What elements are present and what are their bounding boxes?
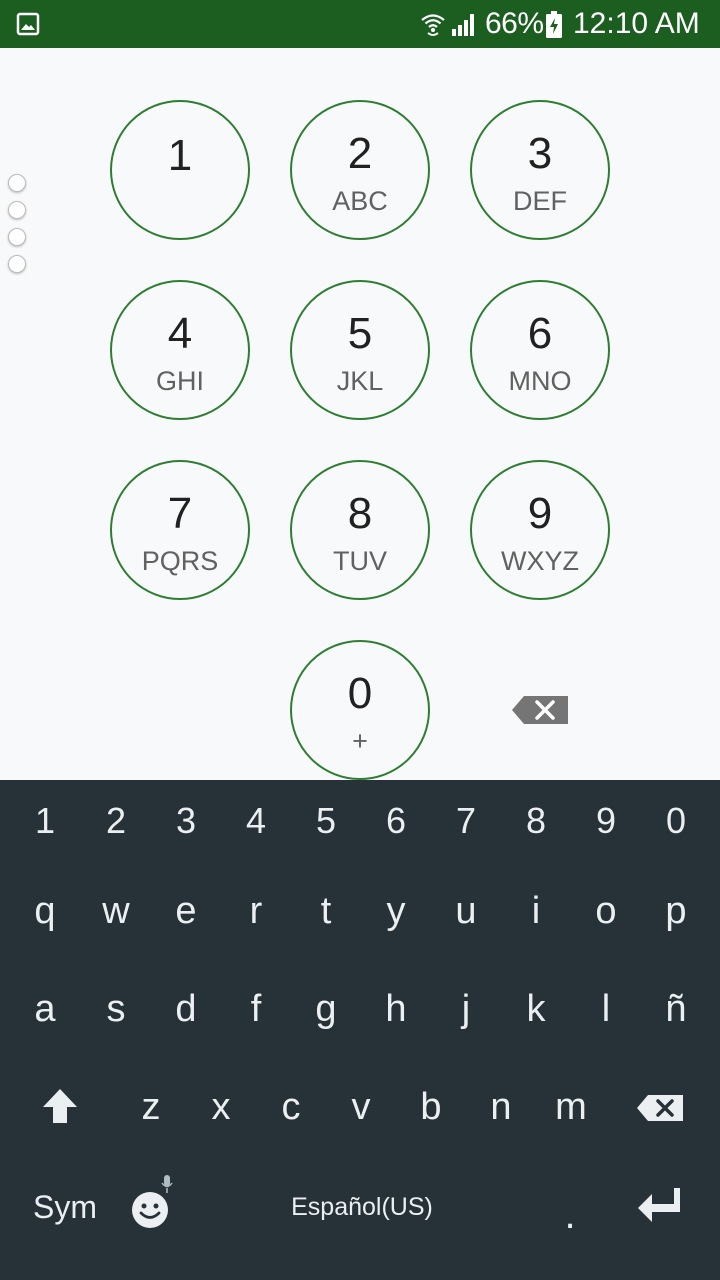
key-letter[interactable]: z bbox=[116, 1082, 186, 1132]
key-number[interactable]: 4 bbox=[221, 796, 291, 846]
key-letter[interactable]: a bbox=[10, 984, 80, 1034]
dial-key-6[interactable]: 6 MNO bbox=[470, 280, 610, 420]
key-letter[interactable]: s bbox=[81, 984, 151, 1034]
dial-key-1[interactable]: 1 bbox=[110, 100, 250, 240]
dial-letters: ABC bbox=[332, 186, 388, 216]
period-key[interactable]: . bbox=[550, 1190, 590, 1240]
key-letter[interactable]: l bbox=[571, 984, 641, 1034]
keyboard-backspace-icon[interactable] bbox=[636, 1094, 684, 1122]
dial-digit: 1 bbox=[167, 131, 193, 180]
key-letter[interactable]: m bbox=[536, 1082, 606, 1132]
key-letter[interactable]: d bbox=[151, 984, 221, 1034]
enter-icon[interactable] bbox=[636, 1186, 682, 1224]
backspace-icon[interactable] bbox=[510, 694, 570, 726]
key-number[interactable]: 5 bbox=[291, 796, 361, 846]
wifi-calling-icon bbox=[421, 14, 445, 36]
key-letter[interactable]: t bbox=[291, 886, 361, 936]
dial-letters: DEF bbox=[513, 186, 567, 216]
dial-digit: 4 bbox=[167, 309, 193, 358]
dial-letters: + bbox=[352, 726, 368, 756]
key-letter[interactable]: w bbox=[81, 886, 151, 936]
keyboard: 1 2 3 4 5 6 7 8 9 0 q w e r t y u i o p … bbox=[0, 780, 720, 1280]
key-number[interactable]: 7 bbox=[431, 796, 501, 846]
dial-digit: 6 bbox=[527, 309, 553, 358]
shift-icon[interactable] bbox=[40, 1086, 80, 1126]
key-letter[interactable]: ñ bbox=[641, 984, 711, 1034]
key-letter[interactable]: y bbox=[361, 886, 431, 936]
key-letter[interactable]: u bbox=[431, 886, 501, 936]
key-letter[interactable]: n bbox=[466, 1082, 536, 1132]
key-letter[interactable]: e bbox=[151, 886, 221, 936]
key-letter[interactable]: g bbox=[291, 984, 361, 1034]
mic-icon[interactable] bbox=[160, 1174, 174, 1194]
key-letter[interactable]: x bbox=[186, 1082, 256, 1132]
dial-key-3[interactable]: 3 DEF bbox=[470, 100, 610, 240]
key-letter[interactable]: o bbox=[571, 886, 641, 936]
key-letter[interactable]: b bbox=[396, 1082, 466, 1132]
key-number[interactable]: 0 bbox=[641, 796, 711, 846]
dial-key-4[interactable]: 4 GHI bbox=[110, 280, 250, 420]
clock: 12:10 AM bbox=[573, 7, 700, 40]
key-letter[interactable]: j bbox=[431, 984, 501, 1034]
battery-percent: 66% bbox=[485, 7, 544, 40]
dial-digit: 5 bbox=[347, 309, 373, 358]
battery-charging-icon bbox=[546, 11, 562, 38]
key-number[interactable]: 3 bbox=[151, 796, 221, 846]
key-letter[interactable]: p bbox=[641, 886, 711, 936]
dial-letters: WXYZ bbox=[501, 546, 579, 576]
key-number[interactable]: 6 bbox=[361, 796, 431, 846]
key-letter[interactable]: r bbox=[221, 886, 291, 936]
cell-signal-icon bbox=[452, 14, 474, 36]
dial-key-0[interactable]: 0 + bbox=[290, 640, 430, 780]
dial-letters: MNO bbox=[508, 366, 572, 396]
dial-letters: JKL bbox=[336, 366, 384, 396]
dial-digit: 9 bbox=[527, 489, 553, 538]
space-key[interactable]: Español(US) bbox=[230, 1182, 494, 1232]
key-letter[interactable]: i bbox=[501, 886, 571, 936]
dial-digit: 7 bbox=[167, 489, 193, 538]
key-letter[interactable]: c bbox=[256, 1082, 326, 1132]
key-letter[interactable]: h bbox=[361, 984, 431, 1034]
side-handle-dot[interactable] bbox=[8, 255, 26, 273]
sym-key[interactable]: Sym bbox=[22, 1182, 108, 1232]
side-handle-dot[interactable] bbox=[8, 228, 26, 246]
status-bar: 66% 12:10 AM bbox=[0, 0, 720, 48]
side-handle-dot[interactable] bbox=[8, 174, 26, 192]
dial-key-9[interactable]: 9 WXYZ bbox=[470, 460, 610, 600]
key-letter[interactable]: v bbox=[326, 1082, 396, 1132]
key-letter[interactable]: q bbox=[10, 886, 80, 936]
side-handle-dot[interactable] bbox=[8, 201, 26, 219]
key-letter[interactable]: f bbox=[221, 984, 291, 1034]
key-number[interactable]: 2 bbox=[81, 796, 151, 846]
dial-digit: 3 bbox=[527, 129, 553, 178]
key-letter[interactable]: k bbox=[501, 984, 571, 1034]
dial-letters: TUV bbox=[333, 546, 387, 576]
dial-key-5[interactable]: 5 JKL bbox=[290, 280, 430, 420]
key-number[interactable]: 8 bbox=[501, 796, 571, 846]
dial-digit: 8 bbox=[347, 489, 373, 538]
dial-key-2[interactable]: 2 ABC bbox=[290, 100, 430, 240]
dial-letters: GHI bbox=[155, 366, 204, 396]
key-number[interactable]: 1 bbox=[10, 796, 80, 846]
emoji-icon[interactable] bbox=[130, 1190, 170, 1230]
key-number[interactable]: 9 bbox=[571, 796, 641, 846]
dial-key-7[interactable]: 7 PQRS bbox=[110, 460, 250, 600]
dial-key-8[interactable]: 8 TUV bbox=[290, 460, 430, 600]
dial-digit: 2 bbox=[347, 129, 373, 178]
dial-digit: 0 bbox=[347, 669, 373, 718]
gallery-notification-icon bbox=[16, 12, 40, 36]
dial-letters: PQRS bbox=[141, 546, 219, 576]
